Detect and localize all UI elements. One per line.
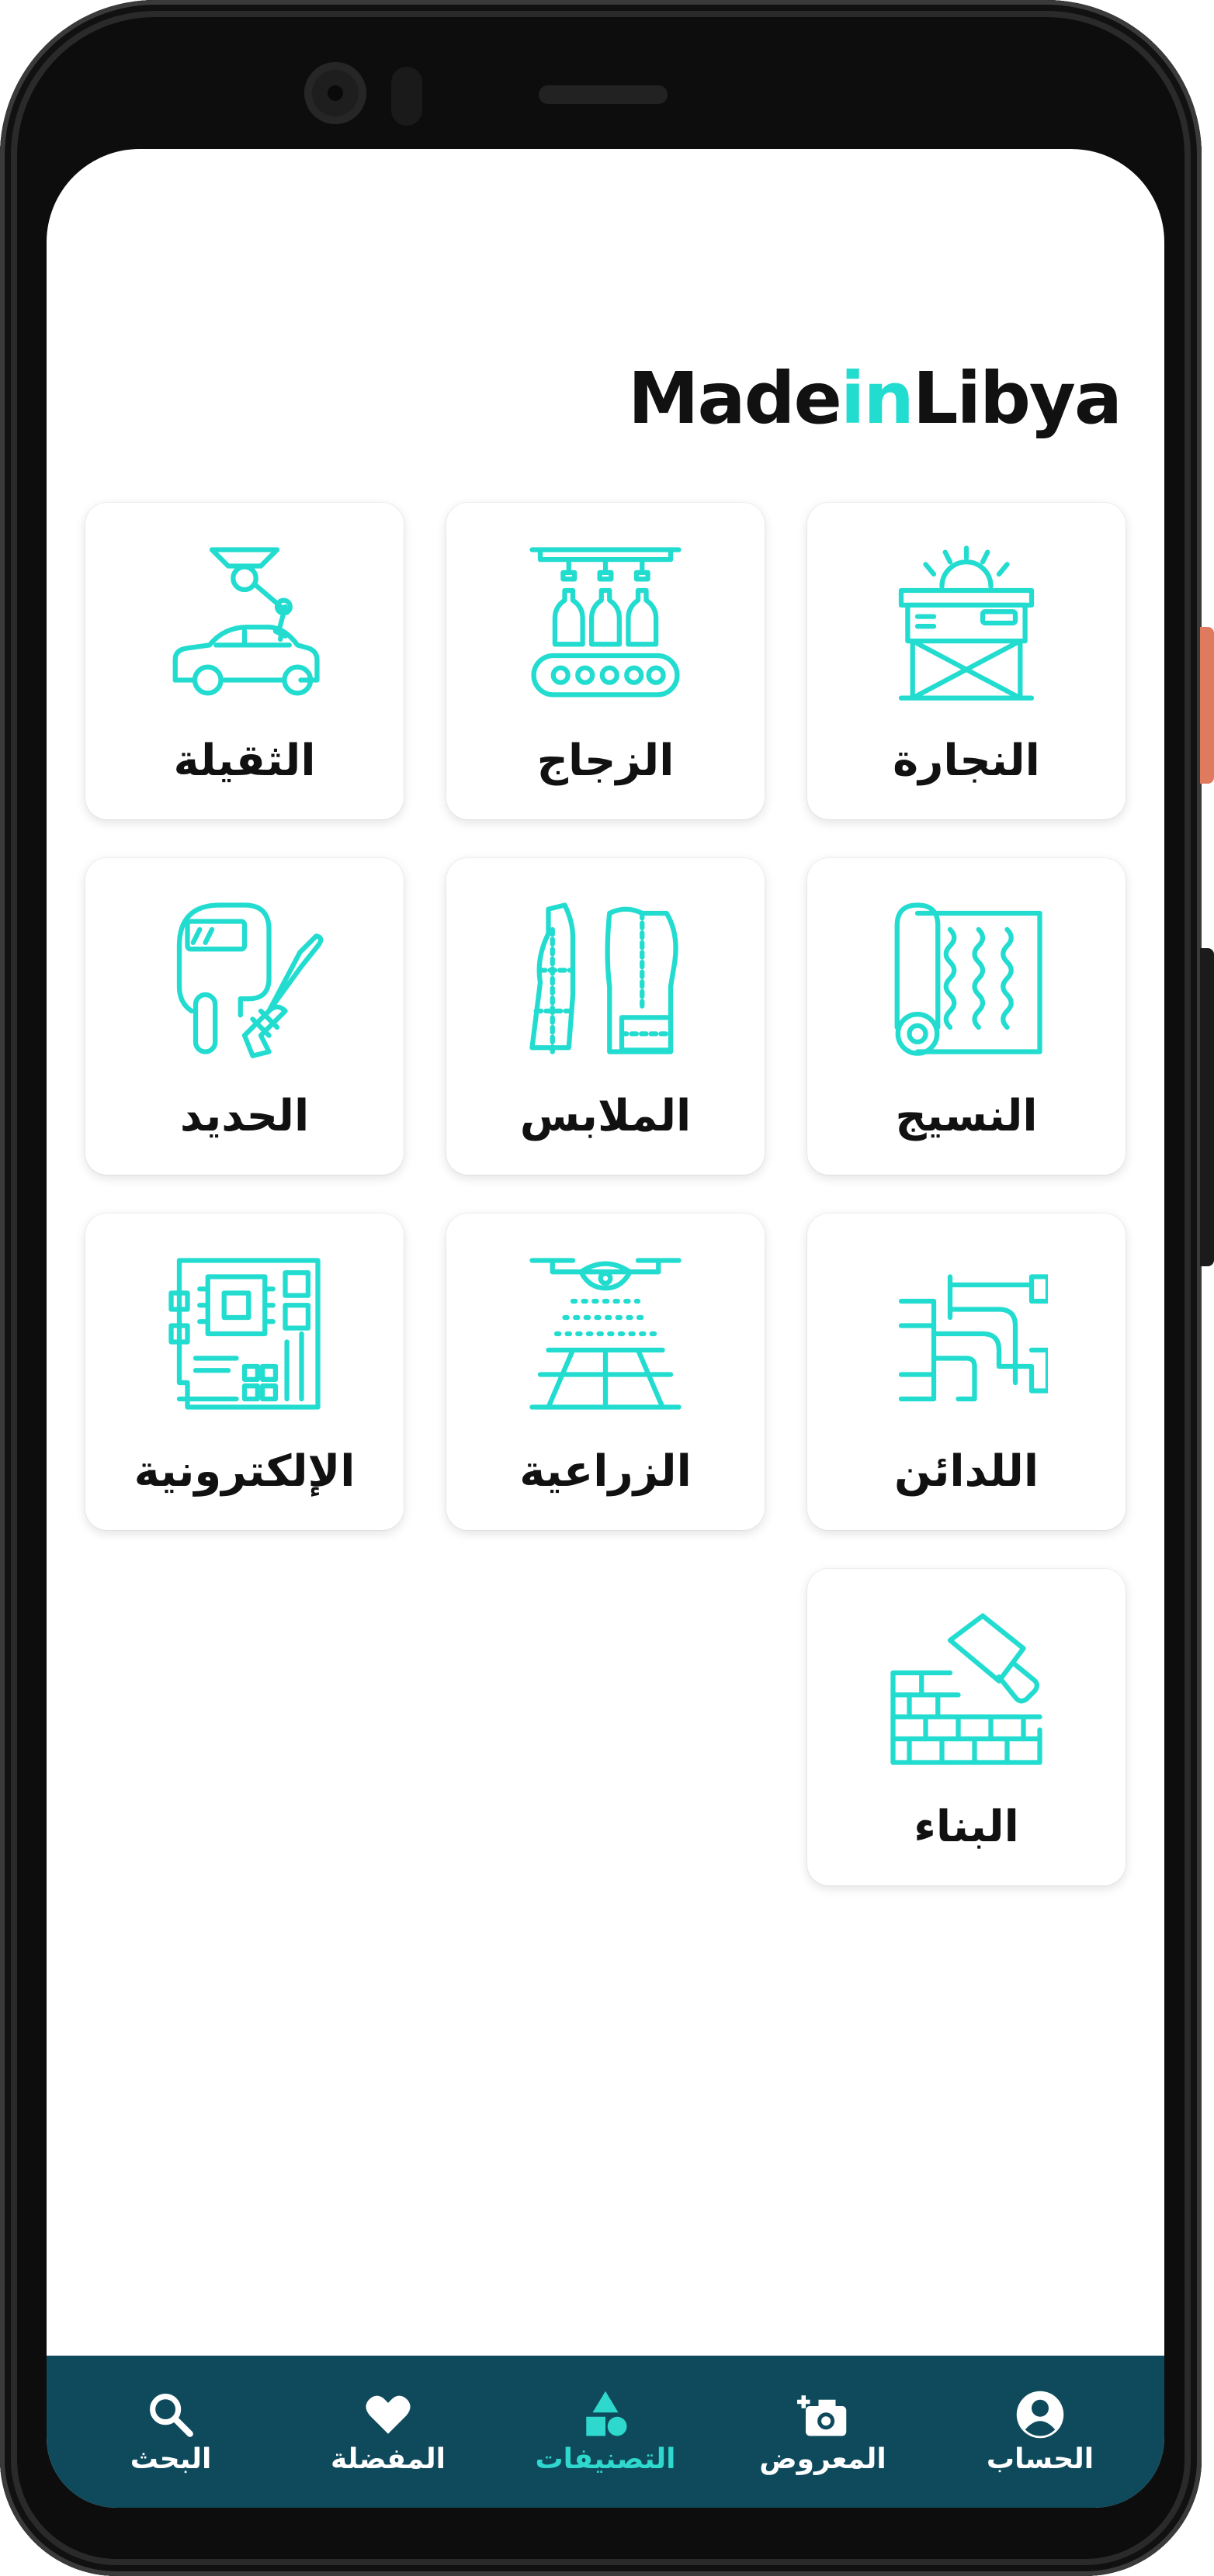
category-label: البناء xyxy=(914,1802,1019,1852)
category-card-construction[interactable]: البناء xyxy=(807,1569,1126,1885)
nav-label: البحث xyxy=(130,2443,212,2475)
category-card-electronics[interactable]: الإلكترونية xyxy=(85,1214,404,1530)
category-card-heavy[interactable]: الثقيلة xyxy=(85,503,404,819)
robot-arm-car-icon xyxy=(163,542,326,705)
category-grid: النجارة الزجاج الثقيلة النسيج الملابس ال… xyxy=(85,503,1126,1885)
nav-item-categories[interactable]: التصنيفات xyxy=(505,2389,706,2475)
app-screen: MadeinLibya النجارة الزجاج الثقيلة النسي… xyxy=(47,149,1164,2508)
nav-label: المعروض xyxy=(759,2443,886,2475)
category-label: النجارة xyxy=(893,736,1040,786)
bottling-conveyor-icon xyxy=(524,542,687,705)
bottom-navigation: الحساب المعروض التصنيفات المفضلة البحث xyxy=(47,2356,1164,2508)
nav-item-offers[interactable]: المعروض xyxy=(722,2389,924,2475)
add-photo-icon xyxy=(797,2394,847,2436)
category-card-textile[interactable]: النسيج xyxy=(807,858,1126,1175)
category-card-glass[interactable]: الزجاج xyxy=(446,503,765,819)
circuit-board-icon xyxy=(163,1252,326,1415)
pipes-icon xyxy=(885,1252,1051,1415)
nav-item-account[interactable]: الحساب xyxy=(939,2389,1141,2475)
category-label: اللدائن xyxy=(893,1446,1039,1497)
garment-pattern-icon xyxy=(524,897,687,1060)
account-icon xyxy=(1016,2391,1064,2438)
categories-shapes-icon xyxy=(586,2391,627,2436)
spraying-drone-icon xyxy=(524,1252,687,1415)
front-camera xyxy=(304,62,366,124)
category-label: الملابس xyxy=(519,1091,692,1141)
earpiece-speaker xyxy=(539,85,668,104)
category-label: الثقيلة xyxy=(173,736,316,786)
category-card-plastics[interactable]: اللدائن xyxy=(807,1214,1126,1530)
nav-item-favorites[interactable]: المفضلة xyxy=(287,2389,489,2475)
category-label: النسيج xyxy=(895,1091,1038,1141)
category-label: الإلكترونية xyxy=(134,1446,356,1497)
brick-trowel-icon xyxy=(885,1608,1048,1771)
proximity-sensor xyxy=(391,67,422,126)
category-card-carpentry[interactable]: النجارة xyxy=(807,503,1126,819)
fabric-roll-icon xyxy=(885,897,1048,1060)
category-card-clothes[interactable]: الملابس xyxy=(446,858,765,1175)
category-label: الزجاج xyxy=(536,736,675,786)
nav-label: الحساب xyxy=(986,2443,1094,2475)
heart-icon xyxy=(366,2395,411,2434)
category-card-iron[interactable]: الحديد xyxy=(85,858,404,1175)
nav-label: التصنيفات xyxy=(535,2443,676,2475)
nav-label: المفضلة xyxy=(331,2443,446,2475)
app-logo: MadeinLibya xyxy=(628,357,1122,440)
welding-mask-icon xyxy=(163,897,326,1060)
nav-item-search[interactable]: البحث xyxy=(70,2389,272,2475)
category-label: الحديد xyxy=(179,1091,310,1141)
search-icon xyxy=(150,2393,193,2437)
category-label: الزراعية xyxy=(519,1446,692,1497)
volume-button xyxy=(1200,948,1214,1266)
phone-frame: MadeinLibya النجارة الزجاج الثقيلة النسي… xyxy=(0,0,1202,2576)
category-card-agriculture[interactable]: الزراعية xyxy=(446,1214,765,1530)
table-saw-icon xyxy=(885,542,1048,705)
side-button xyxy=(1200,627,1214,784)
